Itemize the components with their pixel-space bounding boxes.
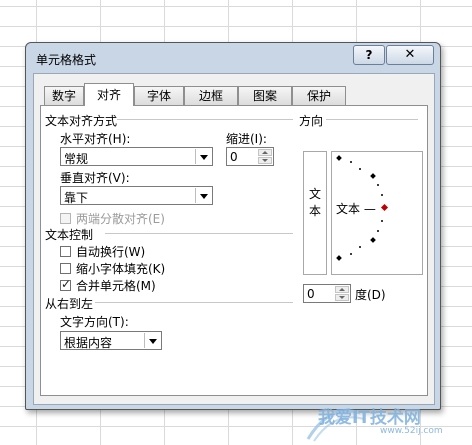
- text-alignment-group-label: 文本对齐方式: [45, 114, 118, 128]
- text-direction-label: 文字方向(T):: [60, 315, 129, 329]
- horizontal-align-value: 常规: [64, 152, 89, 166]
- group-divider: [117, 119, 293, 120]
- tab-protection[interactable]: 保护: [292, 86, 346, 105]
- horizontal-align-select[interactable]: 常规: [60, 147, 213, 166]
- degree-value: 0: [307, 287, 315, 301]
- distributed-checkbox[interactable]: [60, 213, 71, 224]
- degree-stepper[interactable]: 0: [303, 284, 351, 303]
- stepper-down-icon[interactable]: [335, 294, 349, 301]
- group-divider: [105, 233, 293, 234]
- vertical-align-select[interactable]: 靠下: [60, 186, 213, 205]
- chevron-down-icon[interactable]: [195, 188, 211, 203]
- tab-alignment[interactable]: 对齐: [84, 83, 134, 106]
- text-control-group-label: 文本控制: [45, 228, 94, 242]
- group-divider: [95, 302, 293, 303]
- chevron-down-icon[interactable]: [195, 149, 211, 164]
- tab-number[interactable]: 数字: [44, 86, 84, 105]
- rtl-group-label: 从右到左: [45, 297, 94, 311]
- vertical-text-sample: 文本: [308, 187, 321, 218]
- tab-pattern[interactable]: 图案: [238, 86, 292, 105]
- text-direction-value: 根据内容: [64, 336, 113, 350]
- orientation-group-label: 方向: [299, 114, 324, 128]
- orientation-text-sample: 文本 —: [336, 202, 376, 216]
- dialog-title: 单元格格式: [36, 53, 97, 67]
- shrink-to-fit-checkbox[interactable]: [60, 263, 71, 274]
- dialog-titlebar[interactable]: 单元格格式 ? ✕: [26, 43, 440, 73]
- shrink-to-fit-label: 缩小字体填充(K): [76, 262, 166, 276]
- format-cells-dialog: 单元格格式 ? ✕ 数字 对齐 字体 边框 图案 保护 文本对齐方式 水平对齐(…: [25, 42, 441, 410]
- close-button[interactable]: ✕: [386, 45, 434, 65]
- group-divider: [326, 119, 418, 120]
- distributed-label: 两端分散对齐(E): [76, 212, 165, 226]
- horizontal-align-label: 水平对齐(H):: [60, 132, 131, 146]
- wrap-text-checkbox[interactable]: [60, 246, 71, 257]
- indent-label: 缩进(I):: [226, 132, 267, 146]
- stepper-up-icon[interactable]: [258, 149, 272, 156]
- help-button[interactable]: ?: [353, 45, 385, 65]
- orientation-dial[interactable]: 文本 —: [331, 151, 423, 275]
- tab-font[interactable]: 字体: [134, 86, 184, 105]
- stepper-buttons[interactable]: [335, 286, 349, 301]
- chevron-down-icon[interactable]: [144, 333, 160, 348]
- dialog-body: 数字 对齐 字体 边框 图案 保护 文本对齐方式 水平对齐(H): 常规 缩进(…: [33, 73, 435, 405]
- merge-cells-checkbox[interactable]: [60, 277, 71, 291]
- vertical-align-value: 靠下: [64, 191, 89, 205]
- wrap-text-label: 自动换行(W): [76, 245, 146, 259]
- tab-border[interactable]: 边框: [184, 86, 238, 105]
- degree-label: 度(D): [355, 288, 386, 302]
- text-direction-select[interactable]: 根据内容: [60, 331, 162, 350]
- stepper-buttons[interactable]: [258, 149, 272, 164]
- watermark-url: www.52ij.com: [380, 426, 443, 436]
- watermark-text: 我爱IT技术网: [318, 408, 421, 428]
- vertical-text-option[interactable]: 文本: [303, 151, 327, 275]
- merge-cells-label: 合并单元格(M): [76, 279, 156, 293]
- watermark: 我爱IT技术网 www.52ij.com: [300, 395, 470, 445]
- indent-value: 0: [230, 150, 238, 164]
- indent-stepper[interactable]: 0: [226, 147, 274, 166]
- vertical-align-label: 垂直对齐(V):: [60, 171, 130, 185]
- alignment-panel: 文本对齐方式 水平对齐(H): 常规 缩进(I): 0 垂直对齐(V): 靠下: [40, 105, 428, 396]
- stepper-up-icon[interactable]: [335, 286, 349, 293]
- stepper-down-icon[interactable]: [258, 157, 272, 164]
